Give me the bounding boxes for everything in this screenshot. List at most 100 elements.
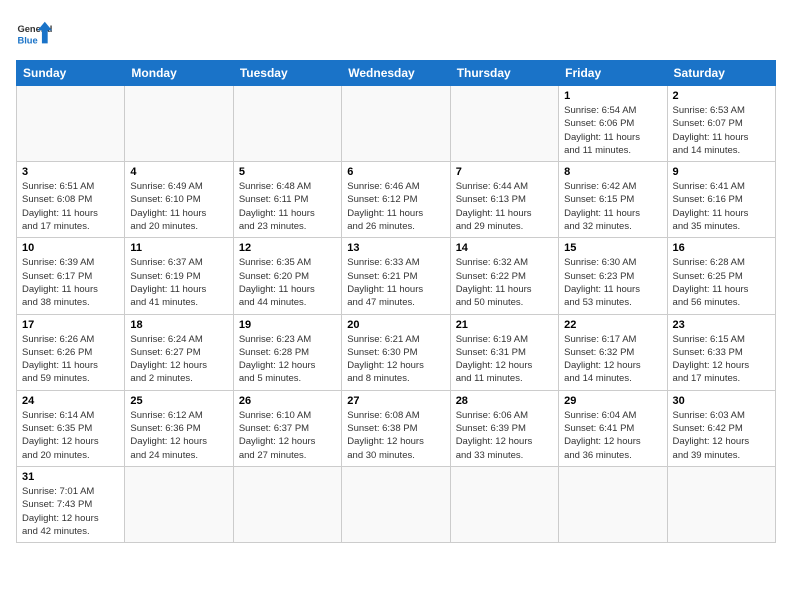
calendar-day-cell: 24 Sunrise: 6:14 AM Sunset: 6:35 PM Dayli… [17, 390, 125, 466]
day-info: Sunrise: 6:37 AM Sunset: 6:19 PM Dayligh… [130, 256, 227, 309]
calendar-day-cell: 29Sunrise: 6:04 AM Sunset: 6:41 PM Dayli… [559, 390, 667, 466]
calendar-day-cell [17, 86, 125, 162]
calendar-day-cell: 31Sunrise: 7:01 AM Sunset: 7:43 PM Dayli… [17, 466, 125, 542]
day-number: 2 [673, 90, 770, 102]
day-info: Sunrise: 6:06 AM Sunset: 6:39 PM Dayligh… [456, 409, 553, 462]
day-info: Sunrise: 6:19 AM Sunset: 6:31 PM Dayligh… [456, 333, 553, 386]
day-number: 15 [564, 242, 661, 254]
generalblue-logo-icon: General Blue [16, 16, 52, 52]
day-number: 8 [564, 166, 661, 178]
calendar-day-cell [450, 86, 558, 162]
day-number: 6 [347, 166, 444, 178]
day-info: Sunrise: 6:30 AM Sunset: 6:23 PM Dayligh… [564, 256, 661, 309]
calendar-day-cell: 7 Sunrise: 6:44 AM Sunset: 6:13 PM Daylig… [450, 162, 558, 238]
day-number: 21 [456, 319, 553, 331]
day-number: 18 [130, 319, 227, 331]
calendar-week-row: 10Sunrise: 6:39 AM Sunset: 6:17 PM Dayli… [17, 238, 776, 314]
day-info: Sunrise: 6:44 AM Sunset: 6:13 PM Dayligh… [456, 180, 553, 233]
weekday-header-tuesday: Tuesday [233, 61, 341, 86]
day-number: 20 [347, 319, 444, 331]
day-info: Sunrise: 6:12 AM Sunset: 6:36 PM Dayligh… [130, 409, 227, 462]
day-info: Sunrise: 6:15 AM Sunset: 6:33 PM Dayligh… [673, 333, 770, 386]
calendar-day-cell: 15 Sunrise: 6:30 AM Sunset: 6:23 PM Dayli… [559, 238, 667, 314]
calendar-day-cell: 6 Sunrise: 6:46 AM Sunset: 6:12 PM Daylig… [342, 162, 450, 238]
calendar-day-cell: 4 Sunrise: 6:49 AM Sunset: 6:10 PM Daylig… [125, 162, 233, 238]
day-number: 11 [130, 242, 227, 254]
calendar-day-cell: 21 Sunrise: 6:19 AM Sunset: 6:31 PM Dayli… [450, 314, 558, 390]
weekday-header-wednesday: Wednesday [342, 61, 450, 86]
calendar-day-cell: 3 Sunrise: 6:51 AM Sunset: 6:08 PM Daylig… [17, 162, 125, 238]
day-number: 3 [22, 166, 119, 178]
calendar-day-cell: 19 Sunrise: 6:23 AM Sunset: 6:28 PM Dayli… [233, 314, 341, 390]
day-number: 26 [239, 395, 336, 407]
day-number: 28 [456, 395, 553, 407]
day-number: 14 [456, 242, 553, 254]
day-info: Sunrise: 6:28 AM Sunset: 6:25 PM Dayligh… [673, 256, 770, 309]
day-number: 24 [22, 395, 119, 407]
day-number: 5 [239, 166, 336, 178]
calendar-day-cell: 16 Sunrise: 6:28 AM Sunset: 6:25 PM Dayli… [667, 238, 775, 314]
day-number: 1 [564, 90, 661, 102]
calendar-day-cell [125, 466, 233, 542]
day-info: Sunrise: 6:32 AM Sunset: 6:22 PM Dayligh… [456, 256, 553, 309]
day-info: Sunrise: 6:49 AM Sunset: 6:10 PM Dayligh… [130, 180, 227, 233]
weekday-header-thursday: Thursday [450, 61, 558, 86]
calendar-week-row: 3 Sunrise: 6:51 AM Sunset: 6:08 PM Daylig… [17, 162, 776, 238]
weekday-header-monday: Monday [125, 61, 233, 86]
weekday-header-sunday: Sunday [17, 61, 125, 86]
calendar-day-cell: 18 Sunrise: 6:24 AM Sunset: 6:27 PM Dayli… [125, 314, 233, 390]
day-number: 4 [130, 166, 227, 178]
calendar-week-row: 31Sunrise: 7:01 AM Sunset: 7:43 PM Dayli… [17, 466, 776, 542]
day-info: Sunrise: 6:54 AM Sunset: 6:06 PM Dayligh… [564, 104, 661, 157]
day-info: Sunrise: 6:23 AM Sunset: 6:28 PM Dayligh… [239, 333, 336, 386]
svg-text:Blue: Blue [17, 35, 37, 45]
day-number: 19 [239, 319, 336, 331]
day-number: 12 [239, 242, 336, 254]
day-info: Sunrise: 6:53 AM Sunset: 6:07 PM Dayligh… [673, 104, 770, 157]
day-number: 25 [130, 395, 227, 407]
calendar-day-cell [559, 466, 667, 542]
day-number: 22 [564, 319, 661, 331]
calendar-day-cell: 13 Sunrise: 6:33 AM Sunset: 6:21 PM Dayli… [342, 238, 450, 314]
day-info: Sunrise: 6:03 AM Sunset: 6:42 PM Dayligh… [673, 409, 770, 462]
calendar-day-cell [667, 466, 775, 542]
day-info: Sunrise: 6:42 AM Sunset: 6:15 PM Dayligh… [564, 180, 661, 233]
day-info: Sunrise: 6:33 AM Sunset: 6:21 PM Dayligh… [347, 256, 444, 309]
calendar-day-cell: 27Sunrise: 6:08 AM Sunset: 6:38 PM Dayli… [342, 390, 450, 466]
day-info: Sunrise: 6:48 AM Sunset: 6:11 PM Dayligh… [239, 180, 336, 233]
calendar-day-cell: 20 Sunrise: 6:21 AM Sunset: 6:30 PM Dayli… [342, 314, 450, 390]
calendar-day-cell: 25 Sunrise: 6:12 AM Sunset: 6:36 PM Dayli… [125, 390, 233, 466]
day-info: Sunrise: 6:08 AM Sunset: 6:38 PM Dayligh… [347, 409, 444, 462]
day-info: Sunrise: 6:46 AM Sunset: 6:12 PM Dayligh… [347, 180, 444, 233]
calendar-day-cell [125, 86, 233, 162]
day-info: Sunrise: 6:51 AM Sunset: 6:08 PM Dayligh… [22, 180, 119, 233]
calendar-day-cell [233, 466, 341, 542]
calendar-day-cell: 10Sunrise: 6:39 AM Sunset: 6:17 PM Dayli… [17, 238, 125, 314]
weekday-header-row: SundayMondayTuesdayWednesdayThursdayFrid… [17, 61, 776, 86]
day-number: 10 [22, 242, 119, 254]
calendar-day-cell: 30 Sunrise: 6:03 AM Sunset: 6:42 PM Dayli… [667, 390, 775, 466]
calendar-day-cell: 9 Sunrise: 6:41 AM Sunset: 6:16 PM Daylig… [667, 162, 775, 238]
day-number: 17 [22, 319, 119, 331]
day-number: 7 [456, 166, 553, 178]
day-info: Sunrise: 6:21 AM Sunset: 6:30 PM Dayligh… [347, 333, 444, 386]
day-info: Sunrise: 6:14 AM Sunset: 6:35 PM Dayligh… [22, 409, 119, 462]
day-info: Sunrise: 6:24 AM Sunset: 6:27 PM Dayligh… [130, 333, 227, 386]
day-number: 30 [673, 395, 770, 407]
calendar-week-row: 1 Sunrise: 6:54 AM Sunset: 6:06 PM Daylig… [17, 86, 776, 162]
day-number: 9 [673, 166, 770, 178]
calendar-day-cell: 12Sunrise: 6:35 AM Sunset: 6:20 PM Dayli… [233, 238, 341, 314]
calendar-day-cell: 23 Sunrise: 6:15 AM Sunset: 6:33 PM Dayli… [667, 314, 775, 390]
calendar-day-cell: 2 Sunrise: 6:53 AM Sunset: 6:07 PM Daylig… [667, 86, 775, 162]
day-number: 23 [673, 319, 770, 331]
logo: General Blue [16, 16, 52, 52]
day-info: Sunrise: 6:17 AM Sunset: 6:32 PM Dayligh… [564, 333, 661, 386]
day-info: Sunrise: 6:41 AM Sunset: 6:16 PM Dayligh… [673, 180, 770, 233]
calendar-day-cell [342, 86, 450, 162]
header: General Blue [16, 16, 776, 52]
day-info: Sunrise: 6:10 AM Sunset: 6:37 PM Dayligh… [239, 409, 336, 462]
calendar-table: SundayMondayTuesdayWednesdayThursdayFrid… [16, 60, 776, 543]
page: General Blue SundayMondayTuesdayWednesda… [0, 0, 792, 553]
day-number: 16 [673, 242, 770, 254]
day-number: 13 [347, 242, 444, 254]
